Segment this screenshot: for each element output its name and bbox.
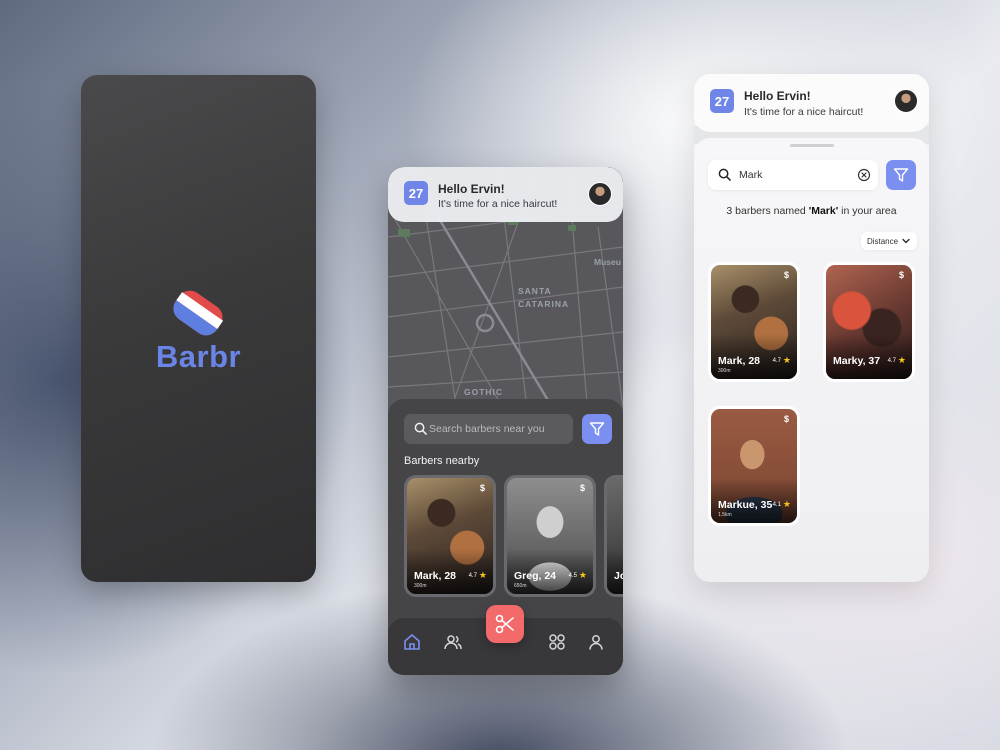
price-tag: $	[783, 270, 789, 280]
sort-dropdown[interactable]: Distance	[861, 232, 917, 250]
sort-label: Distance	[866, 236, 899, 246]
barber-rating: 4.7 ★	[468, 570, 487, 580]
map-label-museu: Museu	[594, 257, 621, 267]
home-icon[interactable]	[402, 632, 422, 652]
avatar[interactable]	[588, 182, 612, 206]
splash-screen: Barbr	[81, 75, 316, 582]
results-sheet: 3 barbers named 'Mark' in your area Dist…	[694, 138, 929, 582]
search-field[interactable]	[708, 160, 878, 190]
price-tag: $	[479, 483, 485, 493]
greeting-subtitle: It's time for a nice haircut!	[438, 198, 558, 210]
barber-card[interactable]: $ Mark, 28 300m 4.7 ★	[404, 475, 496, 597]
price-tag: $	[898, 270, 904, 280]
barber-card[interactable]: Jo	[604, 475, 623, 597]
barber-distance: 300m	[718, 368, 731, 374]
star-icon: ★	[478, 570, 487, 580]
barber-rating: 4.7 ★	[887, 355, 906, 365]
search-input[interactable]	[739, 160, 849, 190]
result-card[interactable]: $ Marky, 37 4.7 ★	[823, 262, 915, 382]
result-card[interactable]: $ Mark, 28 300m 4.7 ★	[708, 262, 800, 382]
search-icon	[414, 422, 427, 435]
star-icon: ★	[782, 499, 791, 509]
greeting-card: 27 Hello Ervin! It's time for a nice hai…	[388, 167, 623, 222]
search-input[interactable]	[429, 414, 569, 444]
map-label-santa-catarina: SANTA CATARINA	[518, 286, 570, 309]
result-card[interactable]: $ Markue, 35 1.5km 4.1 ★	[708, 406, 800, 526]
barber-rating: 4.7 ★	[772, 355, 791, 365]
filter-button[interactable]	[582, 414, 612, 444]
grid-icon[interactable]	[547, 632, 567, 652]
barber-rating: 4.5 ★	[568, 570, 587, 580]
search-results-screen: 27 Hello Ervin! It's time for a nice hai…	[694, 74, 929, 582]
users-icon[interactable]	[443, 632, 463, 652]
barber-name: Jo	[614, 570, 623, 582]
star-icon: ★	[578, 570, 587, 580]
filter-icon	[589, 422, 605, 436]
scissors-icon	[495, 614, 514, 634]
avatar[interactable]	[894, 89, 918, 113]
barber-rating: 4.1 ★	[772, 499, 791, 509]
drag-handle[interactable]	[790, 144, 834, 147]
search-field[interactable]	[404, 414, 573, 444]
results-summary: 3 barbers named 'Mark' in your area	[726, 205, 897, 217]
barber-name: Mark, 28	[414, 570, 457, 582]
brand-name: Barbr	[155, 339, 242, 374]
barber-name: Greg, 24	[514, 570, 557, 582]
price-tag: $	[783, 414, 789, 424]
date-badge[interactable]: 27	[710, 89, 734, 113]
date-badge[interactable]: 27	[404, 181, 428, 205]
barber-distance: 1.5km	[718, 512, 732, 518]
star-icon: ★	[782, 355, 791, 365]
search-icon	[718, 168, 731, 181]
profile-icon[interactable]	[586, 632, 606, 652]
greeting-title: Hello Ervin!	[744, 89, 811, 103]
star-icon: ★	[897, 355, 906, 365]
barber-name: Marky, 37	[833, 355, 881, 367]
barber-distance: 650m	[514, 583, 527, 589]
chevron-down-icon	[902, 238, 910, 244]
section-title: Barbers nearby	[404, 455, 480, 467]
barber-name: Markue, 35	[718, 499, 773, 511]
home-screen: Museu SANTA CATARINA GOTHIC 27 Hello Erv…	[388, 167, 623, 675]
filter-button[interactable]	[886, 160, 916, 190]
greeting-title: Hello Ervin!	[438, 182, 505, 196]
greeting-subtitle: It's time for a nice haircut!	[744, 106, 864, 118]
filter-icon	[893, 168, 909, 182]
barber-distance: 300m	[414, 583, 427, 589]
scissors-button[interactable]	[486, 605, 524, 643]
barber-card[interactable]: $ Greg, 24 650m 4.5 ★	[504, 475, 596, 597]
price-tag: $	[579, 483, 585, 493]
clear-icon[interactable]	[857, 168, 871, 182]
map-label-gothic: GOTHIC	[464, 387, 504, 397]
greeting-card: 27 Hello Ervin! It's time for a nice hai…	[694, 74, 929, 132]
barbr-logo-icon	[173, 290, 224, 336]
barber-name: Mark, 28	[718, 355, 761, 367]
